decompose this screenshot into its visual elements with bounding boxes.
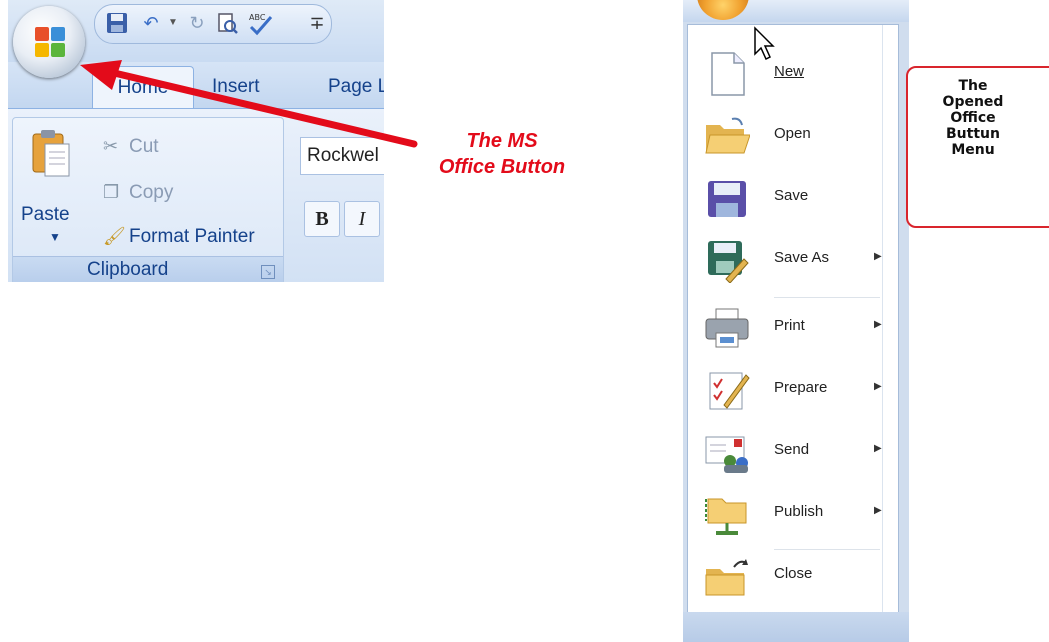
qat-customize-icon[interactable]: ∓	[305, 11, 329, 35]
print-preview-icon[interactable]	[215, 11, 239, 35]
clipboard-group-title: Clipboard	[87, 259, 169, 280]
italic-button[interactable]: I	[344, 201, 380, 237]
paste-label: Paste	[21, 204, 70, 225]
info-box: The Opened Office Buttun Menu	[906, 66, 1049, 228]
menu-item-prepare-label: Prepare	[774, 379, 828, 396]
office-logo-icon	[35, 27, 65, 57]
annotation-callout: The MS Office Button	[412, 128, 592, 180]
save-icon[interactable]	[105, 11, 129, 35]
printer-icon	[705, 308, 749, 348]
submenu-arrow-icon: ▶	[874, 381, 882, 392]
paste-dropdown-icon[interactable]: ▼	[49, 230, 61, 244]
info-line-2: Opened	[942, 94, 1004, 110]
callout-line-2: Office Button	[438, 156, 566, 178]
copy-label: Copy	[129, 182, 174, 203]
close-folder-icon	[705, 559, 748, 596]
office-menu-list: New Open Save Save As ▶ Print ▶ Prepare …	[687, 24, 899, 614]
format-painter-label: Format Painter	[129, 226, 255, 247]
save-as-icon	[708, 241, 749, 283]
clipboard-group-footer: Clipboard ↘	[13, 256, 283, 282]
menu-item-publish[interactable]: Publish ▶	[688, 483, 882, 545]
menu-item-save-label: Save	[774, 187, 809, 204]
menu-item-prepare[interactable]: Prepare ▶	[688, 359, 882, 421]
menu-item-open-label: Open	[774, 125, 811, 142]
new-document-icon	[711, 52, 745, 96]
info-line-1: The	[958, 78, 988, 94]
menu-item-new-label: New	[774, 63, 805, 80]
office-button[interactable]	[13, 6, 85, 78]
paste-icon	[32, 130, 70, 177]
menu-divider-vertical	[882, 25, 883, 613]
menu-item-print[interactable]: Print ▶	[688, 297, 882, 359]
open-folder-icon	[705, 117, 750, 154]
menu-item-close[interactable]: Close	[688, 545, 882, 607]
save-disk-icon	[708, 181, 746, 217]
submenu-arrow-icon: ▶	[874, 251, 882, 262]
info-line-4: Buttun	[946, 126, 1000, 142]
quick-access-toolbar: ↶ ▼ ↻ ABC ∓	[94, 4, 332, 44]
publish-icon	[705, 498, 747, 535]
undo-dropdown-icon[interactable]: ▼	[161, 11, 185, 35]
format-painter-button[interactable]: 🖌 Format Painter	[103, 220, 255, 252]
annotation-arrow	[80, 60, 418, 148]
menu-item-publish-label: Publish	[774, 503, 824, 520]
office-button-orb[interactable]	[697, 0, 749, 20]
menu-item-save-as-label: Save As	[774, 249, 830, 266]
info-box-text: The Opened Office Buttun Menu	[908, 78, 1038, 158]
callout-line-1: The MS	[466, 130, 538, 152]
svg-text:ABC: ABC	[249, 13, 266, 22]
redo-icon[interactable]: ↻	[185, 11, 209, 35]
menu-item-close-label: Close	[774, 565, 813, 582]
copy-icon: ❐	[103, 182, 120, 202]
send-icon	[705, 436, 748, 473]
cursor-icon	[754, 26, 775, 61]
menu-top-bar	[683, 0, 909, 22]
menu-item-send[interactable]: Send ▶	[688, 421, 882, 483]
undo-icon[interactable]: ↶	[139, 11, 163, 35]
submenu-arrow-icon: ▶	[874, 443, 882, 454]
menu-item-new[interactable]: New	[688, 43, 882, 105]
spelling-icon[interactable]: ABC	[247, 11, 273, 36]
info-line-3: Office	[950, 110, 996, 126]
menu-item-print-label: Print	[774, 317, 805, 334]
bold-button[interactable]: B	[304, 201, 340, 237]
info-line-5: Menu	[951, 142, 995, 158]
menu-item-open[interactable]: Open	[688, 105, 882, 167]
submenu-arrow-icon: ▶	[874, 505, 882, 516]
submenu-arrow-icon: ▶	[874, 319, 882, 330]
menu-item-send-label: Send	[774, 441, 810, 458]
menu-bottom-bar	[683, 612, 909, 642]
format-painter-icon: 🖌	[103, 226, 126, 246]
prepare-icon	[709, 372, 750, 410]
menu-item-save[interactable]: Save	[688, 167, 882, 229]
menu-item-save-as[interactable]: Save As ▶	[688, 229, 882, 291]
office-menu-screenshot: New Open Save Save As ▶ Print ▶ Prepare …	[683, 0, 909, 642]
copy-button[interactable]: ❐ Copy	[103, 176, 173, 208]
dialog-launcher-icon[interactable]: ↘	[261, 265, 275, 279]
